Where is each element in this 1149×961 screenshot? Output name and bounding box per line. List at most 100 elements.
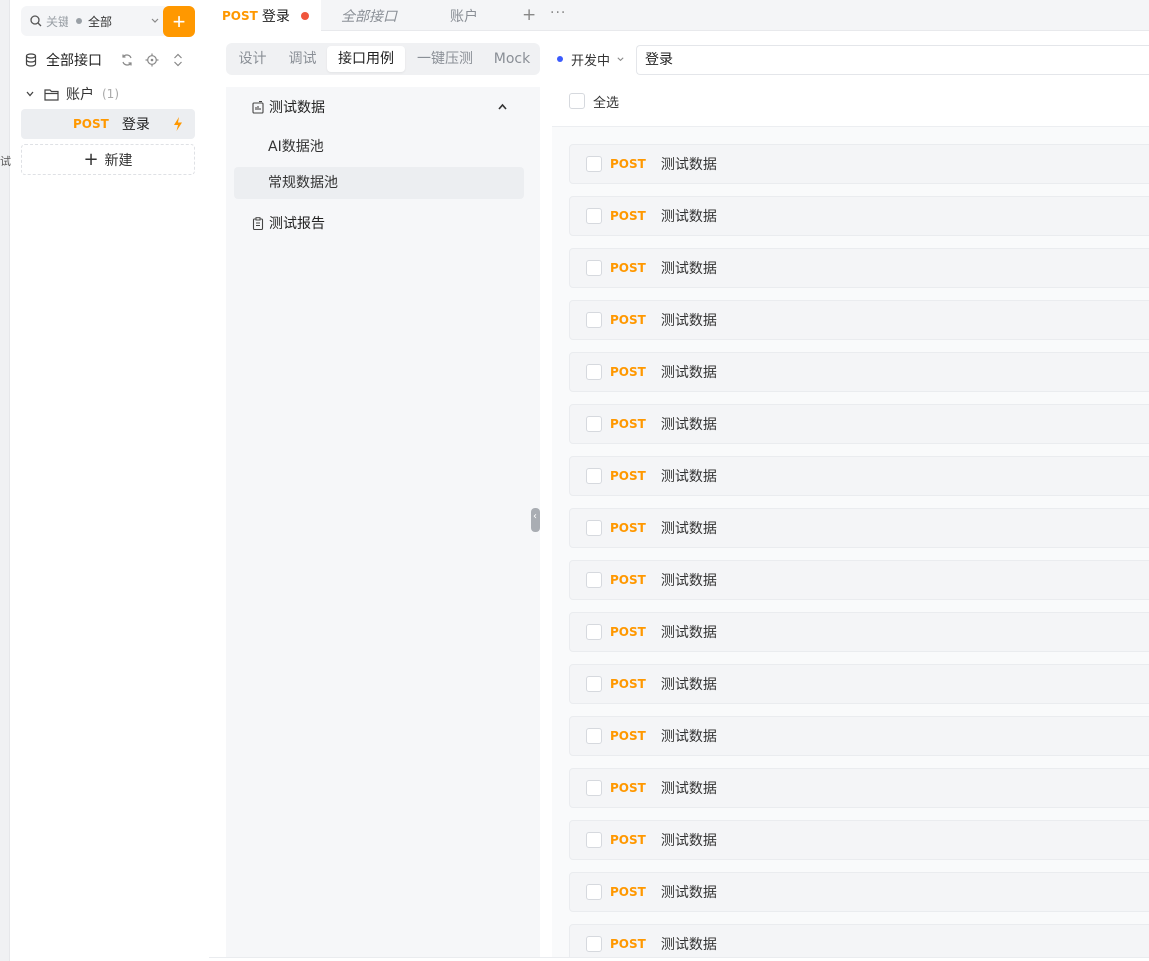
- all-apis-row[interactable]: 全部接口: [25, 48, 195, 72]
- api-name-input[interactable]: 登录: [636, 45, 1149, 75]
- subtab-load-test[interactable]: 一键压测: [409, 46, 481, 72]
- table-row[interactable]: POST 测试数据: [569, 612, 1149, 652]
- subtab-test-cases[interactable]: 接口用例: [327, 46, 405, 72]
- more-tabs-icon[interactable]: ···: [550, 5, 566, 21]
- table-row[interactable]: POST 测试数据: [569, 664, 1149, 704]
- subtab-design[interactable]: 设计: [230, 46, 275, 72]
- tree-test-data-label: 测试数据: [269, 100, 325, 116]
- row-name: 测试数据: [660, 937, 717, 953]
- data-chart-icon: [252, 100, 264, 114]
- database-icon: [25, 53, 37, 67]
- row-method-badge: POST: [610, 729, 646, 743]
- pool-regular-data[interactable]: 常规数据池: [234, 167, 524, 199]
- table-row[interactable]: POST 测试数据: [569, 248, 1149, 288]
- table-row[interactable]: POST 测试数据: [569, 820, 1149, 860]
- table-row[interactable]: POST 测试数据: [569, 196, 1149, 236]
- chevron-left-icon: ‹: [533, 511, 537, 522]
- locate-icon[interactable]: [145, 53, 159, 67]
- expand-collapse-icon[interactable]: [171, 53, 185, 67]
- row-checkbox[interactable]: [586, 676, 602, 692]
- test-data-list: POST 测试数据 POST 测试数据 POST 测试数据 POST 测试数据 POST 测试数据…: [552, 127, 1149, 957]
- all-apis-label: 全部接口: [46, 53, 102, 69]
- row-checkbox[interactable]: [586, 572, 602, 588]
- table-row[interactable]: POST 测试数据: [569, 456, 1149, 496]
- lightning-icon[interactable]: [173, 117, 183, 131]
- row-method-badge: POST: [610, 625, 646, 639]
- row-name: 测试数据: [660, 677, 717, 693]
- api-method-badge: POST: [73, 117, 109, 131]
- new-button-label: 新建: [104, 152, 133, 169]
- row-checkbox[interactable]: [586, 156, 602, 172]
- folder-label: 账户: [66, 87, 94, 103]
- search-input[interactable]: 关键字: [46, 13, 68, 30]
- table-row[interactable]: POST 测试数据: [569, 300, 1149, 340]
- row-checkbox[interactable]: [586, 884, 602, 900]
- select-all-checkbox[interactable]: [569, 93, 585, 109]
- row-checkbox[interactable]: [586, 364, 602, 380]
- row-name: 测试数据: [660, 625, 717, 641]
- chevron-up-icon[interactable]: [497, 102, 508, 112]
- chevron-down-icon: [617, 56, 624, 61]
- table-row[interactable]: POST 测试数据: [569, 924, 1149, 957]
- sidebar-api-item-login[interactable]: POST 登录: [21, 109, 195, 139]
- row-name: 测试数据: [660, 521, 717, 537]
- search-box[interactable]: 关键字 全部: [21, 6, 169, 36]
- api-item-name: 登录: [121, 117, 150, 133]
- row-checkbox[interactable]: [586, 208, 602, 224]
- row-checkbox[interactable]: [586, 780, 602, 796]
- row-method-badge: POST: [610, 781, 646, 795]
- row-checkbox[interactable]: [586, 416, 602, 432]
- row-checkbox[interactable]: [586, 260, 602, 276]
- row-name: 测试数据: [660, 885, 717, 901]
- filter-dot-icon: [76, 18, 82, 24]
- add-button[interactable]: +: [163, 6, 195, 37]
- search-icon: [30, 15, 42, 27]
- row-name: 测试数据: [660, 313, 717, 329]
- select-all-row[interactable]: 全选: [569, 91, 619, 111]
- row-method-badge: POST: [610, 469, 646, 483]
- folder-icon: [44, 88, 59, 101]
- new-button[interactable]: + 新建: [21, 144, 195, 175]
- row-checkbox[interactable]: [586, 312, 602, 328]
- refresh-icon[interactable]: [120, 53, 134, 67]
- status-select[interactable]: 开发中: [557, 48, 625, 70]
- folder-count: (1): [102, 87, 119, 101]
- table-row[interactable]: POST 测试数据: [569, 144, 1149, 184]
- tab-login[interactable]: POST 登录: [209, 0, 321, 31]
- row-checkbox[interactable]: [586, 468, 602, 484]
- table-row[interactable]: POST 测试数据: [569, 872, 1149, 912]
- table-row[interactable]: POST 测试数据: [569, 404, 1149, 444]
- tab-title: 登录: [261, 8, 290, 25]
- subtab-mock[interactable]: Mock: [485, 46, 539, 72]
- folder-row-account[interactable]: 账户 (1): [25, 83, 195, 105]
- tab-account[interactable]: 账户: [450, 0, 478, 31]
- table-row[interactable]: POST 测试数据: [569, 508, 1149, 548]
- tabs-bar: POST 登录 全部接口 账户 + ···: [209, 0, 1149, 31]
- row-name: 测试数据: [660, 729, 717, 745]
- tab-all-apis[interactable]: 全部接口: [341, 0, 397, 31]
- row-method-badge: POST: [610, 261, 646, 275]
- pool-ai-data[interactable]: AI数据池: [234, 131, 524, 163]
- table-row[interactable]: POST 测试数据: [569, 352, 1149, 392]
- app-window: 试 关键字 全部 + 全部接口 账户 (1) POST 登录: [0, 0, 1149, 961]
- tree-test-report[interactable]: 测试报告: [226, 207, 540, 239]
- filter-select[interactable]: 全部: [88, 13, 112, 30]
- row-checkbox[interactable]: [586, 936, 602, 952]
- table-row[interactable]: POST 测试数据: [569, 560, 1149, 600]
- row-method-badge: POST: [610, 573, 646, 587]
- row-checkbox[interactable]: [586, 624, 602, 640]
- tab-method-badge: POST: [222, 8, 258, 23]
- unsaved-dot-icon: [300, 11, 309, 20]
- panel-resize-handle[interactable]: ‹: [531, 508, 540, 532]
- table-row[interactable]: POST 测试数据: [569, 716, 1149, 756]
- row-checkbox[interactable]: [586, 520, 602, 536]
- row-checkbox[interactable]: [586, 832, 602, 848]
- chevron-down-icon[interactable]: [25, 89, 35, 99]
- row-checkbox[interactable]: [586, 728, 602, 744]
- row-method-badge: POST: [610, 417, 646, 431]
- subtab-debug[interactable]: 调试: [280, 46, 325, 72]
- new-tab-button[interactable]: +: [522, 5, 536, 25]
- table-row[interactable]: POST 测试数据: [569, 768, 1149, 808]
- tree-test-data[interactable]: 测试数据: [226, 91, 540, 123]
- chevron-down-icon[interactable]: [150, 16, 160, 26]
